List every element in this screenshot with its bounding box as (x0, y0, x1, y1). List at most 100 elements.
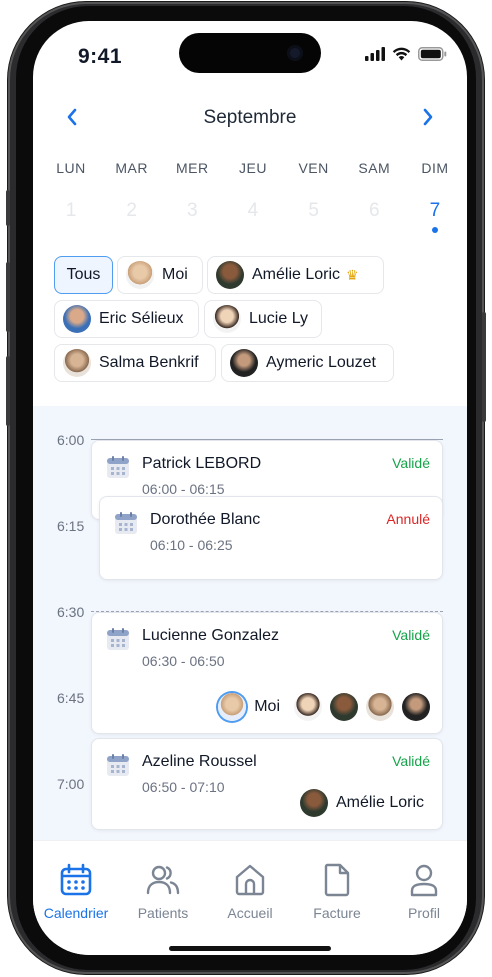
status-badge: Validé (392, 455, 430, 471)
avatar (299, 789, 328, 817)
avatar (330, 693, 358, 721)
calendar-icon (107, 754, 129, 776)
day-column[interactable]: SAM 6 (344, 160, 404, 233)
dynamic-island (179, 33, 321, 73)
calendar-icon (60, 863, 92, 896)
camera-icon (287, 45, 303, 61)
chip-label: Tous (66, 266, 101, 283)
filter-chip-amelie-loric[interactable]: Amélie Loric ♛ (207, 256, 384, 294)
day-name: JEU (238, 160, 267, 176)
day-name: VEN (298, 160, 329, 176)
attendees: Moi (218, 693, 430, 721)
time-label: 6:30 (57, 604, 85, 620)
wifi-icon (392, 47, 411, 61)
chip-label: Eric Sélieux (99, 310, 184, 327)
avatar (126, 261, 154, 289)
tab-label: Patients (137, 905, 189, 921)
day-number: 4 (247, 200, 259, 221)
chip-label: Salma Benkrif (99, 354, 199, 371)
filter-chip-moi[interactable]: Moi (117, 256, 203, 294)
day-number: 5 (308, 200, 319, 221)
appointment-time: 06:30 - 06:50 (142, 653, 225, 669)
chip-label: Moi (162, 266, 188, 283)
volume-down-button (6, 356, 10, 426)
appointment-time: 06:00 - 06:15 (142, 481, 225, 497)
day-name: SAM (358, 160, 391, 176)
avatar (402, 693, 430, 721)
day-name: LUN (56, 160, 86, 176)
avatar (218, 693, 247, 721)
day-column[interactable]: VEN 5 (284, 160, 344, 233)
calendar-icon (107, 456, 129, 478)
day-column[interactable]: LUN 1 (41, 160, 101, 233)
day-column[interactable]: JEU 4 (223, 160, 283, 233)
tab-label: Calendrier (43, 905, 109, 921)
filter-chip-lucie-ly[interactable]: Lucie Ly (204, 300, 322, 338)
volume-up-button (6, 262, 10, 332)
chevron-right-icon[interactable] (415, 105, 435, 129)
filter-chip-eric-selieux[interactable]: Eric Sélieux (54, 300, 199, 338)
month-header: Septembre (33, 105, 467, 131)
appointment-card[interactable]: Lucienne Gonzalez 06:30 - 06:50 Validé M… (91, 612, 443, 734)
day-name: MAR (115, 160, 148, 176)
avatar (230, 349, 258, 377)
attendee-label: Amélie Loric (335, 794, 424, 811)
day-column[interactable]: MAR 2 (102, 160, 162, 233)
tab-accueil[interactable]: Accueil (207, 863, 293, 921)
filter-chip-salma-benkrif[interactable]: Salma Benkrif (54, 344, 216, 382)
time-label: 6:00 (57, 432, 85, 448)
day-number-selected: 7 (429, 200, 441, 221)
month-title: Septembre (203, 107, 297, 128)
avatar (63, 349, 91, 377)
document-icon (324, 863, 350, 897)
tab-label: Accueil (227, 905, 273, 921)
battery-icon (418, 47, 447, 61)
silent-switch (6, 190, 10, 226)
home-indicator[interactable] (169, 946, 331, 951)
power-button (482, 312, 486, 422)
status-badge: Annulé (386, 511, 430, 527)
tab-label: Facture (313, 905, 361, 921)
day-number: 1 (65, 200, 77, 221)
day-number: 2 (126, 200, 137, 221)
day-timeline[interactable]: 6:00 6:15 6:30 6:45 7:00 Patrick LEBORD … (33, 406, 467, 840)
tab-profil[interactable]: Profil (381, 863, 467, 921)
patient-name: Azeline Roussel (142, 753, 257, 770)
time-label: 6:15 (57, 518, 85, 534)
home-icon (235, 864, 265, 896)
day-column-selected[interactable]: DIM 7 (405, 160, 465, 233)
appointment-time: 06:50 - 07:10 (142, 779, 225, 795)
status-badge: Validé (392, 627, 430, 643)
status-icons (365, 47, 447, 61)
patient-name: Patrick LEBORD (142, 455, 262, 472)
avatar (216, 261, 244, 289)
avatar (213, 305, 241, 333)
status-time: 9:41 (78, 45, 123, 68)
chip-label: Amélie Loric (252, 266, 341, 283)
tab-bar: Calendrier Patients Accueil Facture Prof… (33, 840, 467, 955)
chip-label: Aymeric Louzet (266, 354, 376, 371)
screen: 9:41 Septembre LUN 1 MAR 2 MER 3 JEU 4 V… (33, 21, 467, 955)
day-number: 3 (187, 200, 198, 221)
profile-icon (410, 864, 438, 897)
filter-chip-all[interactable]: Tous (54, 256, 113, 294)
week-days: LUN 1 MAR 2 MER 3 JEU 4 VEN 5 SAM 6 DIM … (41, 160, 465, 233)
filter-chip-aymeric-louzet[interactable]: Aymeric Louzet (221, 344, 394, 382)
appointment-card[interactable]: Dorothée Blanc 06:10 - 06:25 Annulé (99, 496, 443, 580)
selected-day-dot (431, 227, 438, 233)
chip-label: Lucie Ly (249, 310, 308, 327)
tab-calendrier[interactable]: Calendrier (33, 863, 119, 921)
status-badge: Validé (392, 753, 430, 769)
day-name: DIM (421, 160, 449, 176)
appointment-card[interactable]: Azeline Roussel 06:50 - 07:10 Validé Amé… (91, 738, 443, 830)
time-label: 7:00 (57, 776, 85, 792)
calendar-icon (115, 512, 137, 534)
calendar-icon (107, 628, 129, 650)
tab-facture[interactable]: Facture (294, 863, 380, 921)
avatar (366, 693, 394, 721)
day-column[interactable]: MER 3 (162, 160, 222, 233)
tab-patients[interactable]: Patients (120, 863, 206, 921)
signal-icon (365, 47, 385, 61)
day-name: MER (176, 160, 209, 176)
tab-label: Profil (408, 905, 440, 921)
